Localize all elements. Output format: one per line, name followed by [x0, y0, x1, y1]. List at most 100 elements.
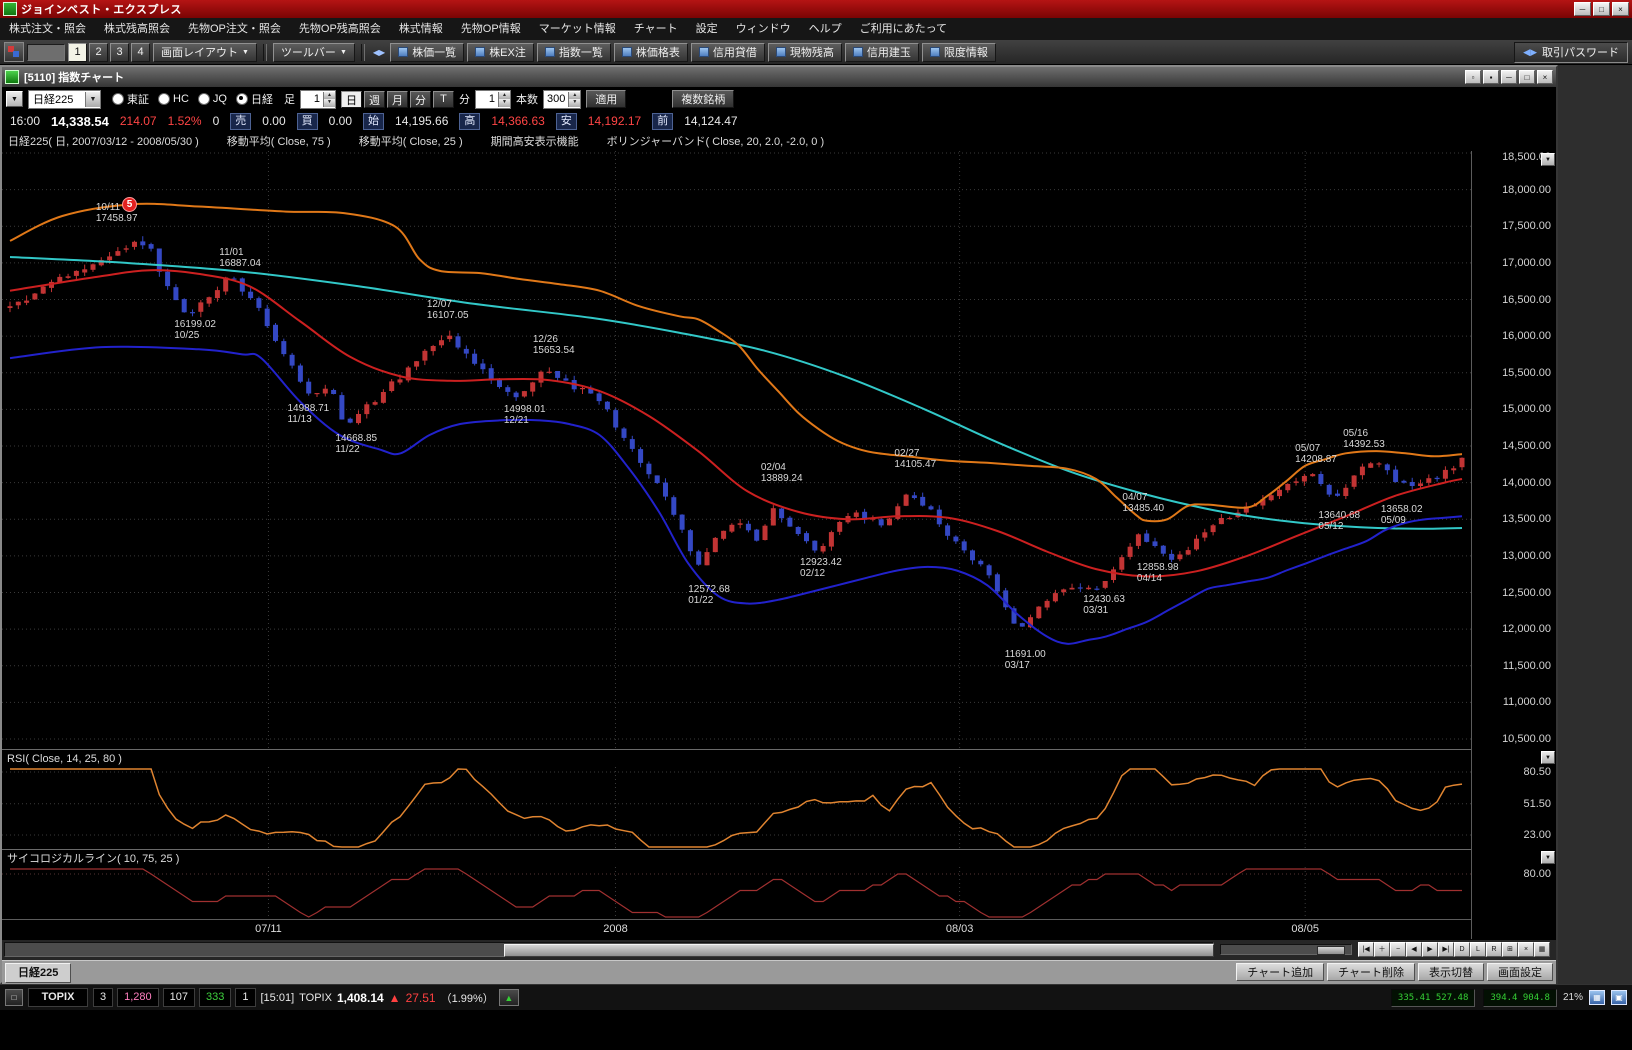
- window-icon[interactable]: ▣: [1611, 990, 1627, 1005]
- menu-item[interactable]: ヘルプ: [800, 18, 851, 40]
- symbol-dropdown-button[interactable]: ▼: [6, 91, 23, 107]
- toolbar-quick-button[interactable]: 限度情報: [922, 43, 996, 62]
- status-index-tab[interactable]: TOPIX: [28, 988, 88, 1007]
- layout-preset-button-4[interactable]: 4: [131, 43, 150, 62]
- spin-up-icon[interactable]: ▲: [499, 92, 510, 100]
- menu-item[interactable]: ウィンドウ: [727, 18, 800, 40]
- chart-nav-button[interactable]: L: [1470, 942, 1486, 957]
- spin-down-icon[interactable]: ▼: [569, 99, 580, 107]
- menu-item[interactable]: 先物OP注文・照会: [179, 18, 290, 40]
- ashi-stepper[interactable]: 1 ▲▼: [300, 90, 336, 109]
- chart-action-button[interactable]: 表示切替: [1418, 963, 1484, 981]
- menu-item[interactable]: 設定: [687, 18, 727, 40]
- chart-nav-button[interactable]: ◀: [1406, 942, 1422, 957]
- chart-nav-button[interactable]: ⊞: [1502, 942, 1518, 957]
- app-grid-icon[interactable]: [4, 42, 24, 62]
- chart-icon[interactable]: ▦: [1589, 990, 1605, 1005]
- spinner-arrows[interactable]: ▲▼: [568, 92, 580, 107]
- toolbar-field[interactable]: [27, 44, 65, 61]
- apply-button[interactable]: 適用: [586, 90, 626, 108]
- period-button-分[interactable]: 分: [410, 91, 431, 108]
- app-minimize-button[interactable]: ─: [1574, 2, 1591, 16]
- zoom-slider-thumb[interactable]: [1317, 946, 1345, 955]
- toolbar-collapse-icon[interactable]: ◀▶: [371, 48, 387, 57]
- chart-nav-button[interactable]: R: [1486, 942, 1502, 957]
- radio-dot: [198, 93, 210, 105]
- menu-item[interactable]: チャート: [625, 18, 687, 40]
- scroll-up-button[interactable]: ▲: [499, 989, 519, 1006]
- period-button-月[interactable]: 月: [387, 91, 408, 108]
- chart-tab-nikkei225[interactable]: 日経225: [5, 963, 71, 983]
- axis-scroll-button[interactable]: ▼: [1541, 751, 1555, 764]
- chart-nav-button[interactable]: ＋: [1374, 942, 1390, 957]
- layout-preset-button-1[interactable]: 1: [68, 43, 87, 62]
- toolbar-menu-button[interactable]: ツールバー▼: [273, 43, 355, 62]
- multi-symbol-button[interactable]: 複数銘柄: [672, 90, 734, 108]
- chart-nav-button[interactable]: ▦: [1534, 942, 1550, 957]
- period-button-group: 日週月分T: [341, 91, 454, 108]
- chart-nav-button[interactable]: −: [1390, 942, 1406, 957]
- status-window-button[interactable]: □: [5, 989, 23, 1006]
- chartwin-maximize-button[interactable]: □: [1519, 70, 1535, 84]
- chart-nav-button[interactable]: ▶: [1422, 942, 1438, 957]
- menu-item[interactable]: マーケット情報: [530, 18, 625, 40]
- chartwin-dock-button[interactable]: ▪: [1483, 70, 1499, 84]
- spinner-arrows[interactable]: ▲▼: [498, 92, 510, 107]
- toolbar-quick-button[interactable]: 信用貸借: [691, 43, 765, 62]
- app-close-button[interactable]: ×: [1612, 2, 1629, 16]
- chartwin-float-button[interactable]: ▫: [1465, 70, 1481, 84]
- market-radio-HC[interactable]: HC: [158, 93, 189, 105]
- spin-up-icon[interactable]: ▲: [324, 92, 335, 100]
- screen-layout-button[interactable]: 画面レイアウト▼: [153, 43, 257, 62]
- chart-action-button[interactable]: チャート追加: [1236, 963, 1324, 981]
- chart-action-button[interactable]: 画面設定: [1487, 963, 1553, 981]
- spinner-arrows[interactable]: ▲▼: [323, 92, 335, 107]
- zoom-slider[interactable]: [1220, 944, 1352, 955]
- period-button-日[interactable]: 日: [341, 91, 362, 108]
- trade-password-button[interactable]: ◀▶ 取引パスワード: [1514, 42, 1628, 63]
- spin-down-icon[interactable]: ▼: [499, 99, 510, 107]
- toolbar-quick-button[interactable]: 株価一覧: [390, 43, 464, 62]
- toolbar-quick-button[interactable]: 信用建玉: [845, 43, 919, 62]
- app-restore-button[interactable]: □: [1593, 2, 1610, 16]
- toolbar-quick-button[interactable]: 現物残高: [768, 43, 842, 62]
- toolbar-quick-button[interactable]: 指数一覧: [537, 43, 611, 62]
- menu-item[interactable]: 株式残高照会: [95, 18, 179, 40]
- chartwin-minimize-button[interactable]: ─: [1501, 70, 1517, 84]
- chart-window-titlebar[interactable]: [5110] 指数チャート ▫▪─□×: [2, 67, 1556, 87]
- toolbar-quick-button[interactable]: 株EX注: [467, 43, 534, 62]
- market-radio-日経[interactable]: 日経: [236, 91, 273, 107]
- axis-scroll-button[interactable]: ▼: [1541, 851, 1555, 864]
- toolbar-quick-button[interactable]: 株価格表: [614, 43, 688, 62]
- period-button-週[interactable]: 週: [364, 91, 385, 108]
- menu-item[interactable]: ご利用にあたって: [851, 18, 956, 40]
- chart-action-button[interactable]: チャート削除: [1327, 963, 1415, 981]
- layout-preset-button-2[interactable]: 2: [89, 43, 108, 62]
- spin-down-icon[interactable]: ▼: [324, 99, 335, 107]
- price-chart-canvas[interactable]: [2, 151, 1471, 749]
- horizontal-scrollbar[interactable]: [4, 942, 1214, 957]
- menu-item[interactable]: 先物OP残高照会: [290, 18, 390, 40]
- chart-nav-button[interactable]: ▶|: [1438, 942, 1454, 957]
- layout-preset-button-3[interactable]: 3: [110, 43, 129, 62]
- spin-up-icon[interactable]: ▲: [569, 92, 580, 100]
- chart-nav-button[interactable]: ×: [1518, 942, 1534, 957]
- minute-stepper[interactable]: 1 ▲▼: [475, 90, 511, 109]
- status-cell: 107: [163, 988, 195, 1007]
- chart-nav-button[interactable]: |◀: [1358, 942, 1374, 957]
- scrollbar-thumb[interactable]: [504, 944, 1214, 957]
- menu-item[interactable]: 株式情報: [390, 18, 452, 40]
- chartwin-close-button[interactable]: ×: [1537, 70, 1553, 84]
- menu-item[interactable]: 先物OP情報: [452, 18, 530, 40]
- quote-value: 16:00: [10, 114, 40, 128]
- symbol-combo[interactable]: 日経225 ▼: [28, 90, 101, 109]
- menu-item[interactable]: 株式注文・照会: [0, 18, 95, 40]
- market-radio-東証[interactable]: 東証: [112, 91, 149, 107]
- period-button-T[interactable]: T: [433, 91, 454, 108]
- bar-count-stepper[interactable]: 300 ▲▼: [543, 90, 581, 109]
- status-counter-cells: 31,2801073331: [93, 988, 256, 1007]
- axis-scroll-button[interactable]: ▼: [1541, 153, 1555, 166]
- status-cell: 1: [235, 988, 255, 1007]
- chart-nav-button[interactable]: D: [1454, 942, 1470, 957]
- market-radio-JQ[interactable]: JQ: [198, 93, 227, 105]
